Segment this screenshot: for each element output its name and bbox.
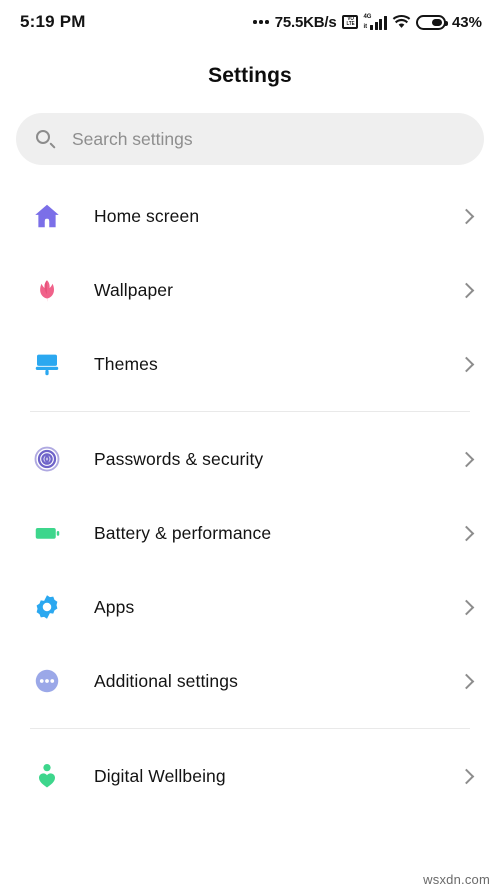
network-speed-label: 75.5KB/s: [274, 13, 337, 31]
settings-group-wellbeing: Digital Wellbeing: [0, 739, 500, 813]
settings-row-digital-wellbeing[interactable]: Digital Wellbeing: [0, 739, 500, 813]
chevron-right-icon: [458, 451, 475, 467]
chevron-right-icon: [458, 356, 475, 372]
settings-row-label: Home screen: [94, 205, 200, 226]
signal-bars-icon: 4G it: [363, 13, 387, 30]
group-divider: [30, 728, 470, 729]
battery-percent-label: 43%: [451, 13, 482, 31]
gear-icon: [30, 592, 64, 622]
status-icons: 75.5KB/s VO LTE 4G it 43%: [253, 14, 482, 31]
settings-row-home-screen[interactable]: Home screen: [0, 179, 500, 253]
page-title: Settings: [208, 64, 292, 87]
tulip-icon: [30, 275, 64, 305]
settings-group-system: Passwords & security Battery & performan…: [0, 422, 500, 718]
fingerprint-icon: [30, 444, 64, 474]
search-bar-container: [0, 88, 500, 165]
chevron-right-icon: [458, 525, 475, 541]
settings-row-label: Passwords & security: [94, 448, 264, 469]
signal-carrier-label: it: [363, 23, 368, 30]
search-icon: [36, 129, 56, 149]
settings-row-apps[interactable]: Apps: [0, 570, 500, 644]
chevron-right-icon: [458, 768, 475, 784]
settings-row-label: Wallpaper: [94, 279, 174, 300]
settings-row-label: Themes: [94, 353, 158, 374]
settings-row-additional-settings[interactable]: Additional settings: [0, 644, 500, 718]
search-input[interactable]: [72, 128, 464, 150]
wellbeing-icon: [30, 761, 64, 791]
chevron-right-icon: [458, 208, 475, 224]
status-clock: 5:19 PM: [20, 12, 86, 31]
watermark: wsxdn.com: [423, 872, 490, 887]
network-activity-dots-icon: [253, 20, 269, 24]
search-bar[interactable]: [16, 113, 484, 165]
volte-icon: VO LTE: [342, 15, 359, 29]
volte-bottom-label: LTE: [346, 21, 355, 27]
settings-row-label: Battery & performance: [94, 522, 272, 543]
battery-icon: [415, 14, 448, 30]
settings-row-label: Additional settings: [94, 670, 238, 691]
chevron-right-icon: [458, 599, 475, 615]
settings-row-passwords-security[interactable]: Passwords & security: [0, 422, 500, 496]
settings-row-battery-performance[interactable]: Battery & performance: [0, 496, 500, 570]
settings-row-wallpaper[interactable]: Wallpaper: [0, 253, 500, 327]
settings-list: Home screen Wallpaper Themes Passwords &…: [0, 165, 500, 813]
more-dots-icon: [30, 666, 64, 696]
settings-row-label: Apps: [94, 596, 135, 617]
settings-row-themes[interactable]: Themes: [0, 327, 500, 401]
wifi-icon: [392, 14, 411, 30]
group-divider: [30, 411, 470, 412]
settings-screen: 5:19 PM 75.5KB/s VO LTE 4G it 43% Settin…: [0, 0, 500, 893]
chevron-right-icon: [458, 673, 475, 689]
home-icon: [30, 201, 64, 231]
paintbrush-icon: [30, 349, 64, 379]
battery-icon: [30, 518, 64, 548]
chevron-right-icon: [458, 282, 475, 298]
status-bar: 5:19 PM 75.5KB/s VO LTE 4G it 43%: [0, 0, 500, 44]
settings-row-label: Digital Wellbeing: [94, 765, 226, 786]
signal-network-type-label: 4G: [363, 13, 372, 20]
settings-group-personalization: Home screen Wallpaper Themes: [0, 179, 500, 401]
